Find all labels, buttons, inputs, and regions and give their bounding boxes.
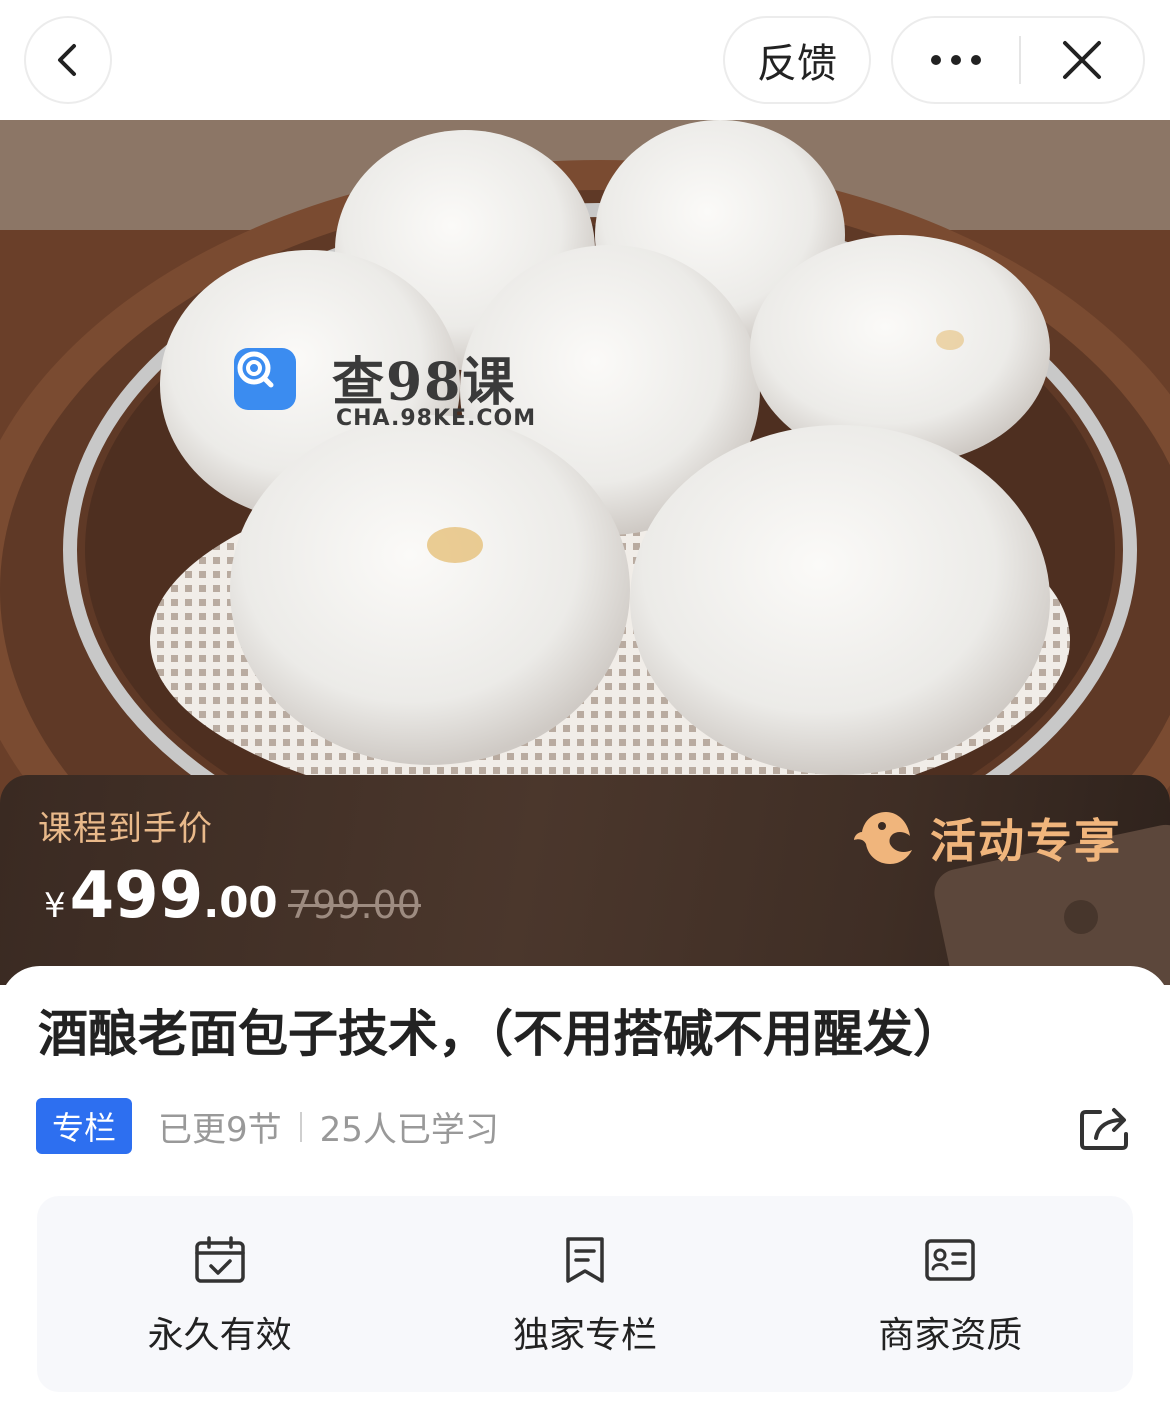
bird-logo-icon — [854, 812, 912, 864]
share-icon — [1080, 1108, 1128, 1150]
feature-exclusive[interactable]: 独家专栏 — [402, 1196, 767, 1392]
feature-permanent[interactable]: 永久有效 — [37, 1196, 402, 1392]
watermark-logo-icon — [234, 348, 296, 410]
feature-label: 独家专栏 — [512, 1315, 657, 1356]
course-type-tag: 专栏 — [36, 1098, 132, 1154]
bookmark-doc-icon — [566, 1237, 604, 1283]
top-navigation-bar: 反馈 — [0, 0, 1170, 120]
banner-decoration-dot — [1064, 900, 1098, 934]
watermark-title: 查98课 — [332, 352, 517, 413]
original-price: 799.00 — [288, 883, 421, 927]
meta-separator — [299, 1111, 302, 1142]
back-button[interactable] — [24, 16, 112, 104]
feature-panel: 永久有效 独家专栏 商家资质 — [37, 1196, 1133, 1392]
close-button[interactable] — [1021, 18, 1143, 102]
promo-text: 活动专享 — [930, 814, 1122, 868]
learner-count: 25人已学习 — [319, 1110, 499, 1150]
feature-label: 商家资质 — [878, 1315, 1023, 1356]
currency-symbol: ¥ — [44, 886, 66, 926]
feature-label: 永久有效 — [147, 1315, 292, 1356]
price-banner: 课程到手价 ¥ 499 .00 799.00 活动专享 — [0, 775, 1170, 985]
update-count: 已更9节 — [158, 1110, 282, 1150]
more-button[interactable] — [893, 18, 1019, 102]
share-button[interactable] — [1078, 1102, 1134, 1152]
watermark-url: CHA.98KE.COM — [336, 406, 537, 431]
calendar-check-icon — [194, 1236, 245, 1283]
id-card-icon — [925, 1239, 976, 1281]
course-title: 酒酿老面包子技术，（不用搭碱不用醒发） — [38, 1005, 963, 1063]
feature-merchant[interactable]: 商家资质 — [768, 1196, 1133, 1392]
current-price: ¥ 499 .00 — [44, 859, 278, 933]
price-label: 课程到手价 — [38, 809, 213, 849]
course-info-card: 酒酿老面包子技术，（不用搭碱不用醒发） 专栏 已更9节 25人已学习 永久有效 … — [0, 966, 1170, 1406]
chevron-left-icon — [58, 44, 76, 76]
feedback-button[interactable]: 反馈 — [723, 16, 871, 104]
mini-program-capsule — [891, 16, 1145, 104]
close-icon — [1063, 41, 1101, 79]
promo-badge: 活动专享 — [852, 805, 1122, 871]
watermark: 查98课 CHA.98KE.COM — [234, 346, 554, 446]
course-meta: 已更9节 25人已学习 — [158, 1102, 499, 1151]
more-dots-icon — [931, 55, 981, 65]
price-decimal: .00 — [203, 878, 278, 927]
price-integer: 499 — [69, 859, 204, 933]
